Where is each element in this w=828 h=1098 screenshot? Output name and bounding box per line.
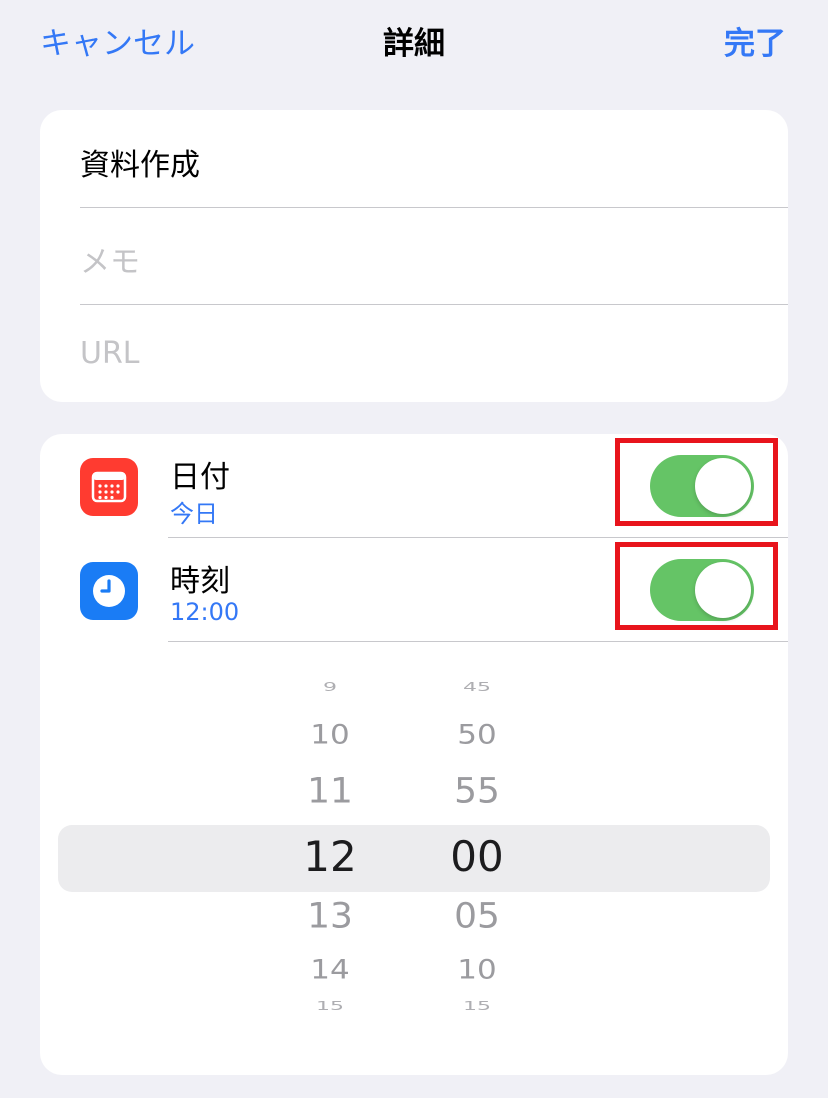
minute-option[interactable]: 45 xyxy=(432,681,522,695)
date-toggle-highlight xyxy=(615,438,778,526)
minute-option[interactable]: 05 xyxy=(432,897,522,937)
minute-option[interactable]: 55 xyxy=(432,772,522,812)
hour-option[interactable]: 12 xyxy=(285,832,375,881)
title-field[interactable]: 資料作成 xyxy=(80,110,788,206)
time-picker[interactable]: 9 10 11 12 13 14 15 45 50 55 00 05 10 15 xyxy=(40,669,788,1059)
date-time-card: 日付 今日 時刻 12:00 9 10 11 12 13 14 15 45 50 55 00 05 1… xyxy=(40,434,788,1075)
navigation-bar: キャンセル 詳細 完了 xyxy=(0,0,828,80)
time-toggle[interactable] xyxy=(650,559,754,621)
time-label: 時刻 xyxy=(170,564,230,599)
hour-option[interactable]: 13 xyxy=(285,897,375,937)
memo-field[interactable]: メモ xyxy=(80,207,788,303)
text-fields-card: 資料作成 メモ URL xyxy=(40,110,788,402)
divider xyxy=(80,304,788,305)
time-toggle-highlight xyxy=(615,542,778,630)
minute-option[interactable]: 50 xyxy=(432,720,522,751)
time-row[interactable]: 時刻 12:00 xyxy=(40,538,788,642)
done-button[interactable]: 完了 xyxy=(724,18,786,63)
minute-wheel[interactable]: 45 50 55 00 05 10 15 xyxy=(432,669,522,1059)
hour-option[interactable]: 15 xyxy=(285,1000,375,1014)
hour-option[interactable]: 10 xyxy=(285,720,375,751)
hour-option[interactable]: 14 xyxy=(285,955,375,986)
toggle-knob xyxy=(695,458,751,514)
title-field-value: 資料作成 xyxy=(80,148,200,183)
picker-selection-band xyxy=(58,825,770,892)
url-field[interactable]: URL xyxy=(80,306,788,402)
hour-option[interactable]: 11 xyxy=(285,772,375,812)
toggle-knob xyxy=(695,562,751,618)
minute-option[interactable]: 00 xyxy=(432,832,522,881)
date-label: 日付 xyxy=(170,460,230,495)
hour-option[interactable]: 9 xyxy=(285,681,375,695)
memo-field-placeholder: メモ xyxy=(80,245,140,280)
url-field-placeholder: URL xyxy=(80,336,140,371)
date-row[interactable]: 日付 今日 xyxy=(40,434,788,538)
page-title: 詳細 xyxy=(383,26,445,62)
date-toggle[interactable] xyxy=(650,455,754,517)
calendar-icon xyxy=(80,458,138,516)
hour-wheel[interactable]: 9 10 11 12 13 14 15 xyxy=(285,669,375,1059)
date-value: 今日 xyxy=(170,500,218,528)
clock-icon xyxy=(80,562,138,620)
time-value: 12:00 xyxy=(170,598,240,626)
minute-option[interactable]: 10 xyxy=(432,955,522,986)
minute-option[interactable]: 15 xyxy=(432,1000,522,1014)
divider xyxy=(168,641,788,642)
